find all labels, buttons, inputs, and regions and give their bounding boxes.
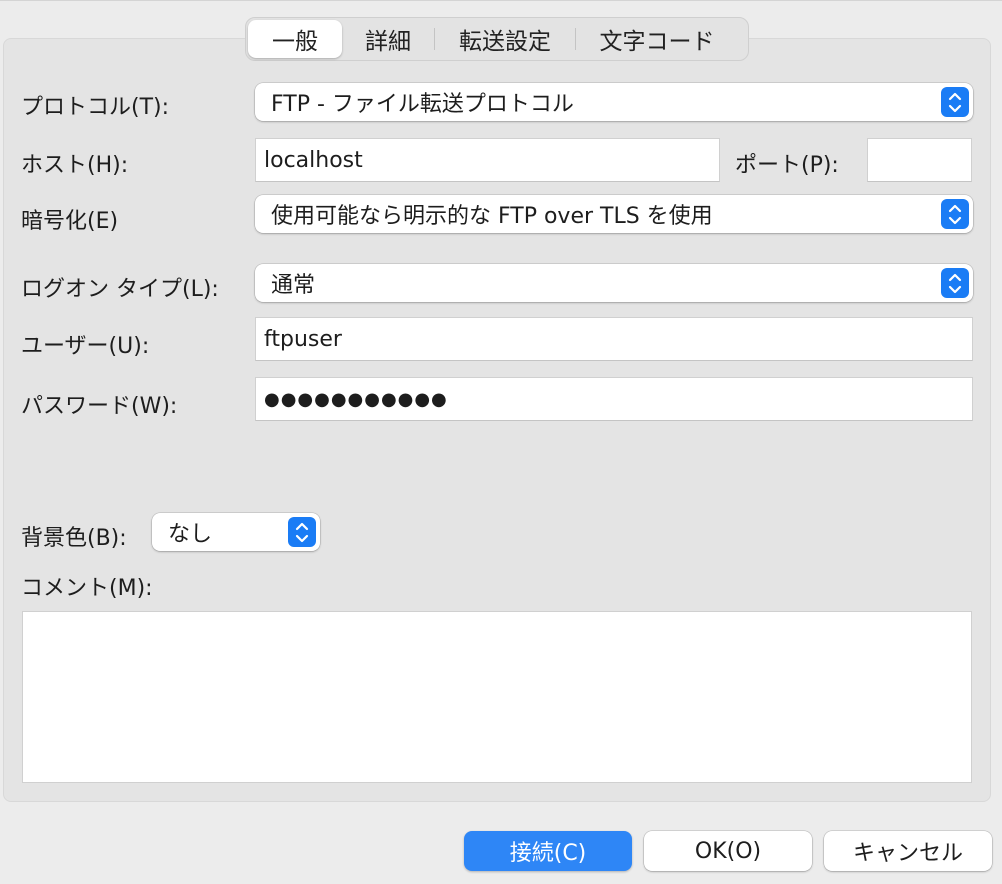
site-settings-dialog: 一般 詳細 転送設定 文字コード プロトコル(T): FTP - ファイル転送プ…	[0, 0, 1002, 884]
logon-type-label: ログオン タイプ(L):	[21, 277, 219, 302]
password-input[interactable]: ●●●●●●●●●●●	[255, 377, 973, 421]
background-color-value: なし	[168, 522, 213, 547]
connect-button[interactable]: 接続(C)	[464, 831, 632, 871]
host-label: ホスト(H):	[21, 153, 129, 178]
comment-label: コメント(M):	[21, 576, 153, 601]
background-color-select[interactable]: なし	[152, 513, 320, 551]
protocol-select[interactable]: FTP - ファイル転送プロトコル	[255, 83, 973, 121]
background-color-label: 背景色(B):	[21, 526, 127, 551]
updown-chevron-icon	[941, 87, 969, 117]
tab-bar: 一般 詳細 転送設定 文字コード	[245, 17, 749, 61]
logon-type-value: 通常	[271, 273, 316, 298]
updown-chevron-icon	[288, 517, 316, 547]
comment-textarea[interactable]	[22, 611, 972, 783]
encryption-label: 暗号化(E)	[21, 209, 119, 234]
tab-charset[interactable]: 文字コード	[576, 20, 738, 58]
cancel-button[interactable]: キャンセル	[824, 831, 992, 871]
protocol-value: FTP - ファイル転送プロトコル	[271, 92, 574, 117]
ok-button[interactable]: OK(O)	[644, 831, 812, 871]
encryption-select[interactable]: 使用可能なら明示的な FTP over TLS を使用	[255, 195, 973, 233]
encryption-value: 使用可能なら明示的な FTP over TLS を使用	[271, 204, 713, 229]
tab-advanced[interactable]: 詳細	[342, 20, 434, 58]
port-label: ポート(P):	[735, 153, 839, 178]
password-label: パスワード(W):	[21, 394, 178, 419]
host-input[interactable]: localhost	[255, 138, 720, 182]
port-input[interactable]	[867, 138, 972, 182]
user-input[interactable]: ftpuser	[255, 317, 973, 361]
logon-type-select[interactable]: 通常	[255, 264, 973, 302]
user-label: ユーザー(U):	[21, 334, 150, 359]
updown-chevron-icon	[941, 268, 969, 298]
tab-transfer-settings[interactable]: 転送設定	[435, 20, 575, 58]
protocol-label: プロトコル(T):	[21, 95, 170, 120]
tab-general[interactable]: 一般	[248, 20, 342, 58]
updown-chevron-icon	[941, 199, 969, 229]
